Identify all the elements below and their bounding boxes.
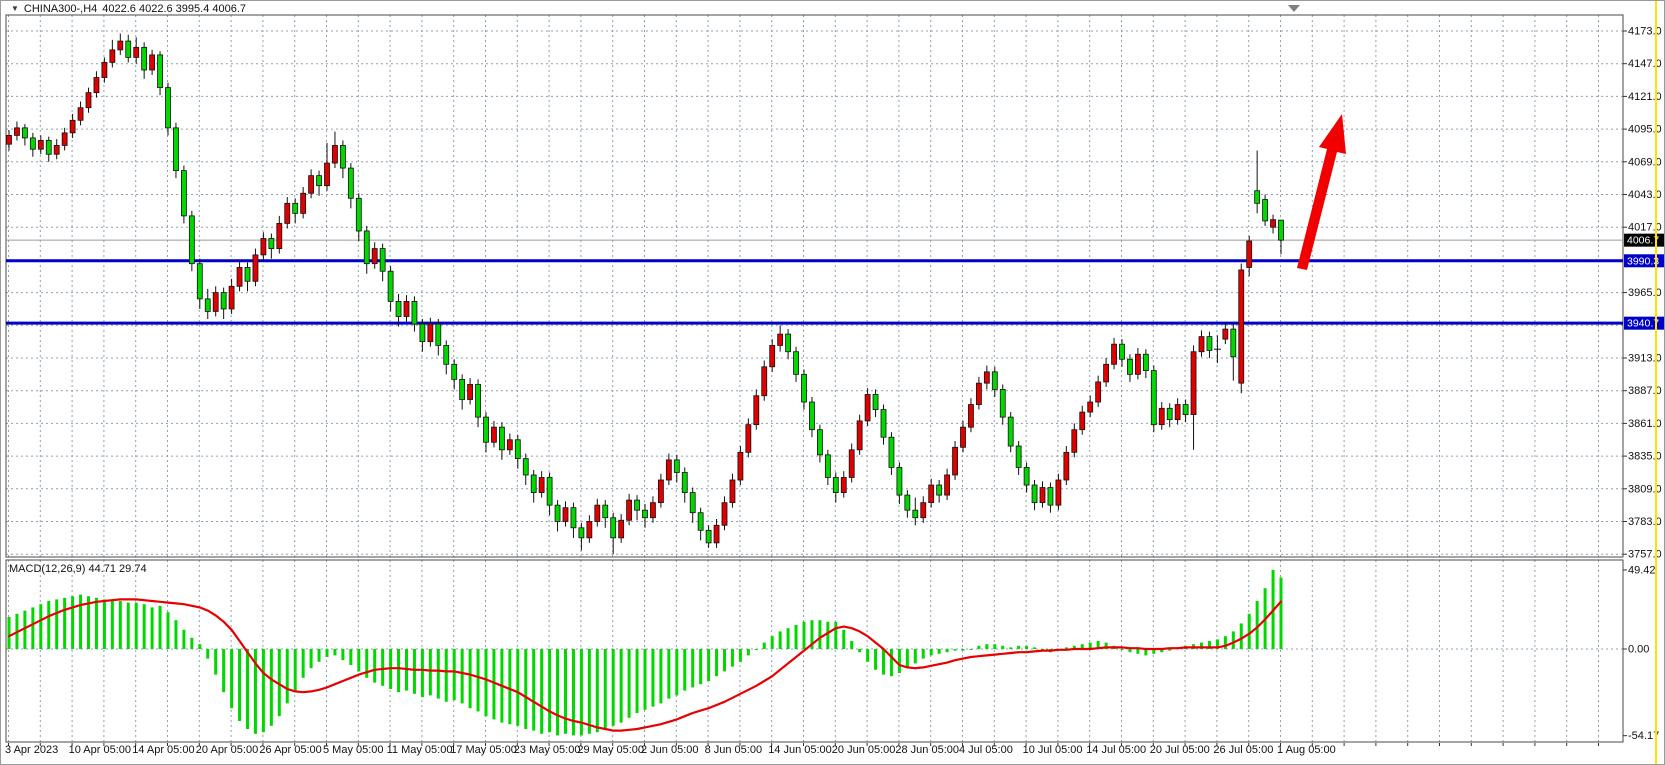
svg-text:8 Jun 05:00: 8 Jun 05:00 xyxy=(705,744,763,756)
svg-text:26 Apr 05:00: 26 Apr 05:00 xyxy=(259,744,321,756)
dropdown-triangle-icon[interactable]: ▼ xyxy=(11,5,19,13)
svg-text:17 May 05:00: 17 May 05:00 xyxy=(450,744,517,756)
svg-text:4006.7: 4006.7 xyxy=(1627,235,1659,247)
svg-text:0.00: 0.00 xyxy=(1628,644,1649,656)
svg-text:20 Jun 05:00: 20 Jun 05:00 xyxy=(832,744,896,756)
chart-canvas[interactable]: 4173.04147.04121.04095.04069.04043.04017… xyxy=(1,1,1665,765)
svg-text:3940.7: 3940.7 xyxy=(1627,318,1659,330)
svg-text:1 Aug 05:00: 1 Aug 05:00 xyxy=(1277,744,1336,756)
svg-text:10 Apr 05:00: 10 Apr 05:00 xyxy=(69,744,131,756)
svg-text:28 Jun 05:00: 28 Jun 05:00 xyxy=(895,744,959,756)
svg-text:14 Apr 05:00: 14 Apr 05:00 xyxy=(132,744,194,756)
symbol-period-label: CHINA300-,H4 xyxy=(24,3,97,15)
svg-text:11 May 05:00: 11 May 05:00 xyxy=(387,744,453,756)
svg-text:4 Jul 05:00: 4 Jul 05:00 xyxy=(959,744,1013,756)
svg-text:3990.3: 3990.3 xyxy=(1627,255,1659,267)
mt4-chart-window: ▼ CHINA300-,H4 4022.6 4022.6 3995.4 4006… xyxy=(0,0,1665,765)
hline-price-tag-1: 3940.7 xyxy=(1624,317,1664,330)
svg-text:20 Apr 05:00: 20 Apr 05:00 xyxy=(196,744,258,756)
window-edge-line xyxy=(1655,1,1657,765)
chart-title-bar: ▼ CHINA300-,H4 4022.6 4022.6 3995.4 4006… xyxy=(11,3,246,15)
svg-text:-54.17: -54.17 xyxy=(1628,730,1659,742)
svg-text:20 Jul 05:00: 20 Jul 05:00 xyxy=(1150,744,1210,756)
svg-text:49.42: 49.42 xyxy=(1628,564,1656,576)
hline-price-tag-0: 3990.3 xyxy=(1624,254,1664,267)
svg-text:3 Apr 2023: 3 Apr 2023 xyxy=(5,744,58,756)
svg-text:26 Jul 05:00: 26 Jul 05:00 xyxy=(1213,744,1273,756)
svg-text:5 May 05:00: 5 May 05:00 xyxy=(323,744,384,756)
current-price-tag: 4006.7 xyxy=(1624,234,1664,247)
svg-text:14 Jun 05:00: 14 Jun 05:00 xyxy=(768,744,832,756)
svg-text:23 May 05:00: 23 May 05:00 xyxy=(514,744,581,756)
svg-text:10 Jul 05:00: 10 Jul 05:00 xyxy=(1023,744,1083,756)
svg-text:29 May 05:00: 29 May 05:00 xyxy=(577,744,644,756)
svg-text:14 Jul 05:00: 14 Jul 05:00 xyxy=(1086,744,1146,756)
svg-text:2 Jun 05:00: 2 Jun 05:00 xyxy=(641,744,699,756)
macd-indicator-label: MACD(12,26,9) 44.71 29.74 xyxy=(9,563,147,575)
ohlc-values: 4022.6 4022.6 3995.4 4006.7 xyxy=(102,3,246,15)
